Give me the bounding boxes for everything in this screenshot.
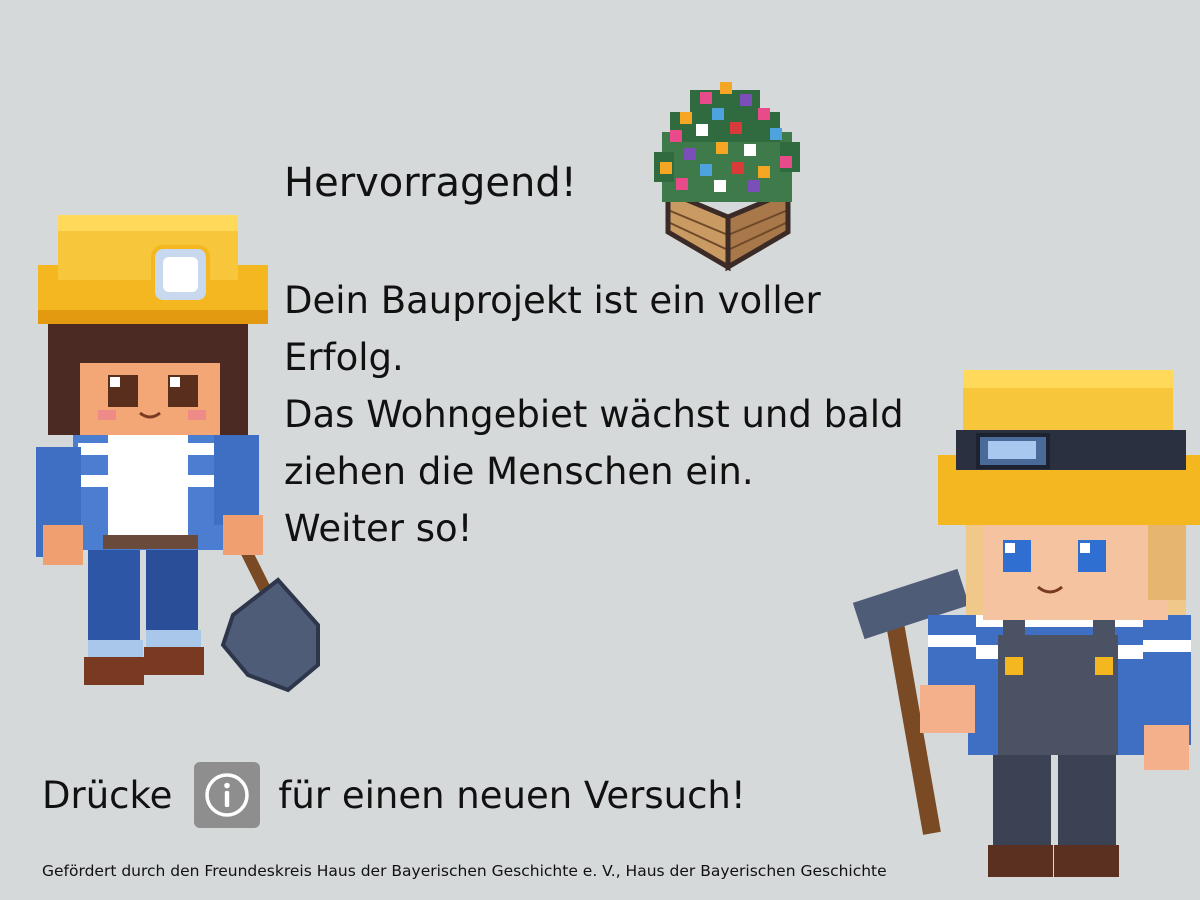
page-title: Hervorragend! (284, 160, 577, 206)
message-line: Das Wohngebiet wächst und bald (284, 393, 904, 436)
message-line: Weiter so! (284, 507, 473, 550)
info-button[interactable] (194, 762, 261, 828)
retry-instruction: Drücke für einen neuen Versuch! (42, 762, 746, 828)
footer-credits: Gefördert durch den Freundeskreis Haus d… (42, 862, 887, 880)
message-line: Erfolg. (284, 336, 404, 379)
message-line: ziehen die Menschen ein. (284, 450, 754, 493)
info-icon (205, 773, 250, 817)
flower-box-image (654, 82, 800, 272)
success-message: Dein Bauprojekt ist ein voller Erfolg. D… (284, 272, 974, 557)
retry-text-after: für einen neuen Versuch! (278, 773, 746, 817)
message-line: Dein Bauprojekt ist ein voller (284, 279, 821, 322)
retry-text-before: Drücke (42, 773, 173, 817)
